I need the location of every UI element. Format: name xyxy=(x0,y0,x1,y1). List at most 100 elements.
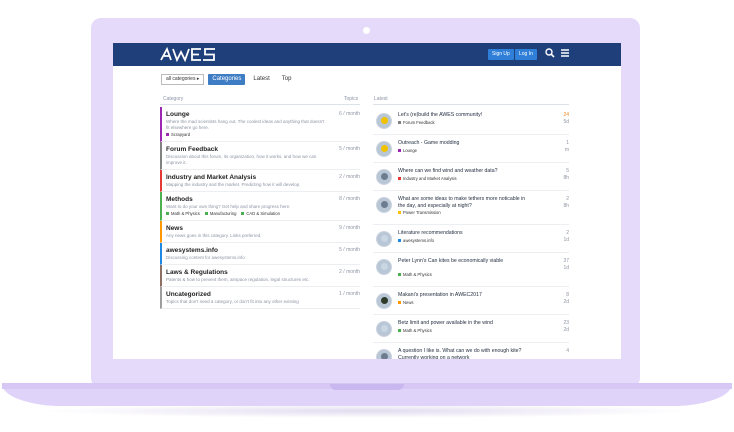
topic-title[interactable]: Where can we find wind and weather data? xyxy=(398,168,533,175)
category-row[interactable]: Industry and Market Analysis Mapping the … xyxy=(160,170,360,192)
topics-column-header: Topics xyxy=(344,96,359,102)
user-avatar[interactable] xyxy=(376,197,392,213)
topic-category-tag[interactable]: Power Transmission xyxy=(398,210,441,215)
topic-row[interactable]: Peter Lynn's Can kites be economically v… xyxy=(373,253,569,287)
reply-count: 1 xyxy=(566,140,569,146)
topic-category-tag[interactable]: News xyxy=(398,300,413,305)
category-description: Topics that don't need a category, or do… xyxy=(166,299,299,304)
hamburger-menu-icon[interactable] xyxy=(560,48,570,58)
user-avatar[interactable] xyxy=(376,349,392,359)
topic-title[interactable]: Betz limit and power available in the wi… xyxy=(398,320,533,327)
awes-logo[interactable] xyxy=(159,46,217,62)
category-name[interactable]: awesystems.info xyxy=(166,246,360,255)
topic-category-tag[interactable]: Forum Feedback xyxy=(398,120,435,125)
category-row[interactable]: Laws & Regulations Patents & how to preve… xyxy=(160,265,360,287)
user-avatar[interactable] xyxy=(376,113,392,129)
reply-count: 24 xyxy=(563,112,569,118)
tab-top[interactable]: Top xyxy=(278,74,296,85)
user-avatar[interactable] xyxy=(376,321,392,337)
reply-count: 2 xyxy=(566,230,569,236)
categories-dropdown[interactable]: all categories ▸ xyxy=(161,74,205,85)
user-avatar[interactable] xyxy=(376,141,392,157)
category-list: Lounge Where the mad scientists hang out.… xyxy=(160,107,360,309)
subcategory-list: Scrapyard xyxy=(166,131,360,138)
topic-row[interactable]: Literature recommendations awesystems.inf… xyxy=(373,225,569,253)
subcategory-link[interactable]: Manufacturing xyxy=(204,211,236,216)
topic-title[interactable]: A question I like is. What can we do wit… xyxy=(398,348,533,359)
topic-category-tag[interactable]: Lounge xyxy=(398,148,417,153)
activity-age: 8h xyxy=(563,203,569,209)
tab-latest[interactable]: Latest xyxy=(249,74,273,85)
reply-count: 23 xyxy=(563,320,569,326)
category-row[interactable]: News Any news goes in this category. Link… xyxy=(160,221,360,243)
topic-stats: 24 5d xyxy=(563,112,569,126)
subcategory-link[interactable]: CAD & Simulation xyxy=(241,211,280,216)
user-avatar[interactable] xyxy=(376,259,392,275)
category-row[interactable]: awesystems.info Discussing content for aw… xyxy=(160,243,360,265)
topic-category-tag[interactable]: awesystems.info xyxy=(398,238,434,243)
topic-title[interactable]: Peter Lynn's Can kites be economically v… xyxy=(398,258,533,265)
categories-dropdown-label: all categories xyxy=(166,76,196,82)
activity-age: m xyxy=(564,147,569,153)
category-name[interactable]: Forum Feedback xyxy=(166,145,360,154)
topic-category-tag[interactable]: Math & Physics xyxy=(398,328,432,333)
latest-column-header: Latest xyxy=(374,96,388,102)
category-description: Discussing content for awesystems.info xyxy=(166,255,245,260)
topic-title[interactable]: What are some ideas to make tethers more… xyxy=(398,196,533,210)
topics-per-month: 8 / month xyxy=(339,196,360,202)
subcategory-link[interactable]: Math & Physics xyxy=(166,211,200,216)
topic-category-tag[interactable]: Math & Physics xyxy=(398,272,432,277)
search-icon[interactable] xyxy=(545,48,555,58)
forum-screen: Sign Up Log In all categories ▸ Categori… xyxy=(113,43,621,359)
category-color-badge xyxy=(166,133,169,137)
category-name[interactable]: Uncategorized xyxy=(166,290,360,299)
category-name[interactable]: Lounge xyxy=(166,110,360,119)
login-button[interactable]: Log In xyxy=(515,49,537,60)
topics-per-month: 2 / month xyxy=(339,269,360,275)
topic-stats: 23 2d xyxy=(563,320,569,334)
category-row[interactable]: Methods Want to do your own thing? Get he… xyxy=(160,192,360,221)
topic-title[interactable]: Outreach - Game modding xyxy=(398,140,533,147)
category-row[interactable]: Forum Feedback Discussion about this foru… xyxy=(160,142,360,170)
topic-stats: 4 xyxy=(566,348,569,355)
user-avatar[interactable] xyxy=(376,169,392,185)
topic-row[interactable]: What are some ideas to make tethers more… xyxy=(373,191,569,225)
topic-title[interactable]: Literature recommendations xyxy=(398,230,533,237)
topics-per-month: 6 / month xyxy=(339,111,360,117)
category-name[interactable]: News xyxy=(166,224,360,233)
topic-category-label: Math & Physics xyxy=(403,328,432,333)
category-color-badge xyxy=(241,212,245,216)
category-row[interactable]: Lounge Where the mad scientists hang out.… xyxy=(160,107,360,142)
topics-per-month: 2 / month xyxy=(339,174,360,180)
topic-row[interactable]: Betz limit and power available in the wi… xyxy=(373,315,569,343)
category-name[interactable]: Laws & Regulations xyxy=(166,268,360,277)
category-column-header: Category xyxy=(163,96,184,102)
category-row[interactable]: Uncategorized Topics that don't need a ca… xyxy=(160,287,360,309)
topic-row[interactable]: A question I like is. What can we do wit… xyxy=(373,343,569,359)
tab-categories[interactable]: Categories xyxy=(208,74,246,85)
user-avatar[interactable] xyxy=(376,293,392,309)
subcategory-link[interactable]: Scrapyard xyxy=(166,132,190,137)
topic-row[interactable]: Let's (re)build the AWES community! Forum… xyxy=(373,107,569,135)
category-color-badge xyxy=(398,239,401,243)
category-color-badge xyxy=(398,329,401,333)
activity-age: 1d xyxy=(563,265,569,271)
reply-count: 5 xyxy=(566,168,569,174)
topic-title[interactable]: Let's (re)build the AWES community! xyxy=(398,112,533,119)
category-name[interactable]: Industry and Market Analysis xyxy=(166,173,360,182)
topic-row[interactable]: Where can we find wind and weather data?… xyxy=(373,163,569,191)
topic-row[interactable]: Outreach - Game modding Lounge 1 m xyxy=(373,135,569,163)
topic-category-tag[interactable]: Industry and Market Analysis xyxy=(398,176,457,181)
topic-category-label: Forum Feedback xyxy=(403,120,435,125)
signup-button[interactable]: Sign Up xyxy=(488,49,514,60)
user-avatar[interactable] xyxy=(376,231,392,247)
topics-per-month: 5 / month xyxy=(339,247,360,253)
category-color-badge xyxy=(398,177,401,181)
category-name[interactable]: Methods xyxy=(166,195,360,204)
topic-category-label: Industry and Market Analysis xyxy=(403,176,457,181)
activity-age: 1d xyxy=(563,237,569,243)
topic-row[interactable]: Makani's presentation in AWEC2017 News 8 2d xyxy=(373,287,569,315)
category-color-badge xyxy=(166,212,169,216)
topic-category-label: News xyxy=(403,300,414,305)
topic-title[interactable]: Makani's presentation in AWEC2017 xyxy=(398,292,533,299)
